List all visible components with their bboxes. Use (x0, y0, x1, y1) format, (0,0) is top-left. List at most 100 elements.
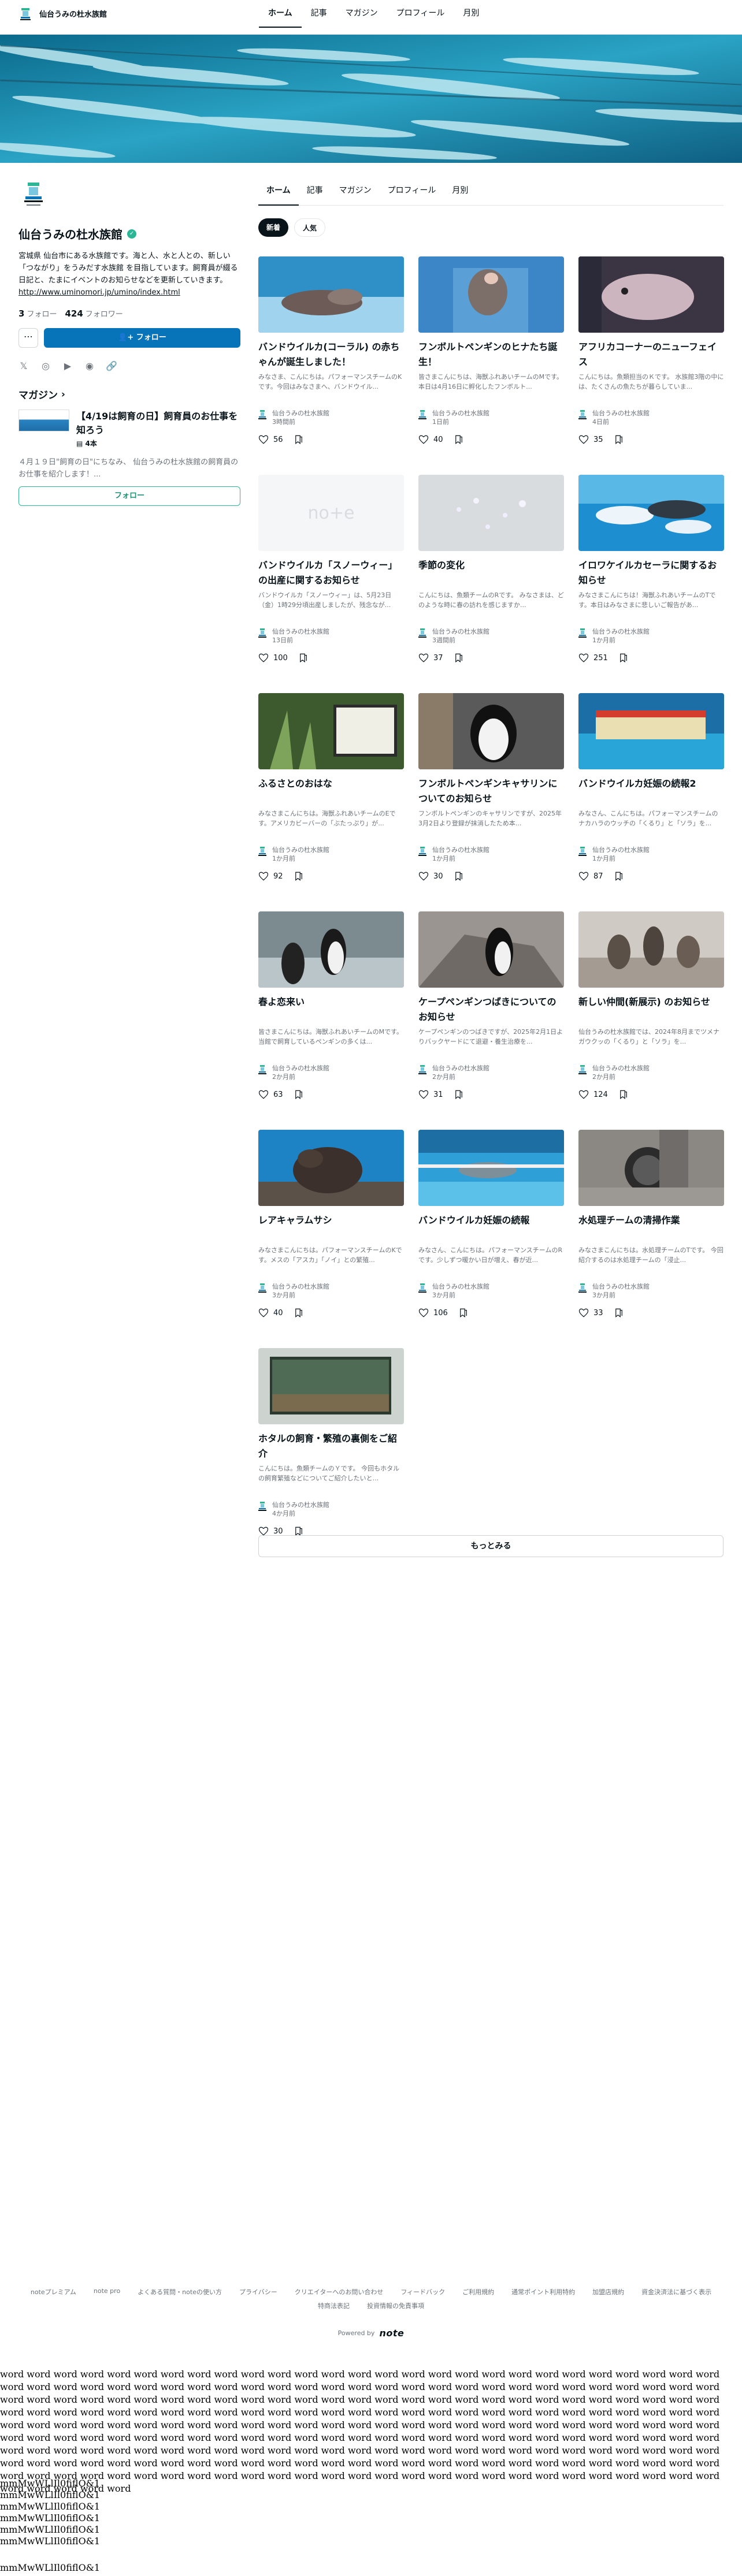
article-card[interactable]: ホタルの飼育・繁殖の裏側をご紹介 こんにちは。魚類チームのＹです。 今回もホタルの… (258, 1348, 404, 1553)
article-title[interactable]: 水処理チームの清掃作業 (578, 1213, 724, 1243)
like-count[interactable]: 33 (593, 1309, 603, 1317)
add-to-magazine-icon[interactable] (454, 653, 464, 663)
author-avatar-icon[interactable] (418, 628, 426, 638)
article-thumbnail[interactable] (418, 911, 564, 988)
article-thumbnail[interactable] (578, 911, 724, 988)
article-thumbnail[interactable]: no+e (258, 475, 404, 551)
add-to-magazine-icon[interactable] (294, 1308, 304, 1318)
add-to-magazine-icon[interactable] (454, 434, 464, 445)
heart-icon[interactable] (418, 653, 429, 663)
footer-link[interactable]: noteプレミアム (31, 2287, 76, 2296)
article-author[interactable]: 仙台うみの杜水族館 (592, 627, 650, 636)
tab-articles[interactable]: 記事 (299, 179, 331, 205)
magazine-follow-button[interactable]: フォロー (18, 486, 240, 506)
youtube-icon[interactable]: ▶ (62, 360, 73, 371)
article-title[interactable]: ふるさとのおはな (258, 776, 404, 806)
like-count[interactable]: 40 (273, 1309, 283, 1317)
article-title[interactable]: バンドウイルカ妊娠の続報2 (578, 776, 724, 806)
like-count[interactable]: 92 (273, 872, 283, 881)
add-to-magazine-icon[interactable] (614, 871, 624, 881)
article-author[interactable]: 仙台うみの杜水族館 (272, 1064, 329, 1073)
heart-icon[interactable] (258, 871, 269, 881)
article-title[interactable]: 春よ恋来い (258, 995, 404, 1025)
footer-link[interactable]: 投資情報の免責事項 (367, 2301, 424, 2310)
tab-home[interactable]: ホーム (258, 179, 299, 206)
following-label[interactable]: フォロー (27, 308, 57, 319)
article-title[interactable]: 新しい仲間(新展示) のお知らせ (578, 995, 724, 1025)
article-title[interactable]: バンドウイルカ「スノーウィー」の出産に関するお知らせ (258, 558, 404, 588)
line-icon[interactable]: ◉ (84, 360, 95, 371)
add-to-magazine-icon[interactable] (454, 871, 464, 881)
article-thumbnail[interactable] (258, 256, 404, 333)
article-author[interactable]: 仙台うみの杜水族館 (592, 409, 650, 418)
instagram-icon[interactable]: ◎ (40, 360, 51, 371)
x-icon[interactable]: 𝕏 (18, 360, 29, 371)
article-thumbnail[interactable] (418, 693, 564, 769)
article-author[interactable]: 仙台うみの杜水族館 (272, 846, 329, 854)
heart-icon[interactable] (578, 434, 589, 445)
like-count[interactable]: 37 (433, 654, 443, 662)
footer-link[interactable]: ご利用規約 (462, 2287, 494, 2296)
heart-icon[interactable] (418, 434, 429, 445)
add-to-magazine-icon[interactable] (294, 1089, 304, 1100)
top-tab-monthly[interactable]: 月別 (454, 0, 488, 35)
author-avatar-icon[interactable] (418, 847, 426, 856)
article-title[interactable]: バンドウイルカ(コーラル) の赤ちゃんが誕生しました！ (258, 340, 404, 370)
heart-icon[interactable] (258, 653, 269, 663)
footer-link[interactable]: 資金決済法に基づく表示 (641, 2287, 711, 2296)
article-thumbnail[interactable] (258, 1348, 404, 1424)
like-count[interactable]: 100 (273, 654, 288, 662)
article-title[interactable]: 季節の変化 (418, 558, 564, 588)
add-to-magazine-icon[interactable] (458, 1308, 469, 1318)
followers-label[interactable]: フォロワー (86, 308, 123, 319)
article-card[interactable]: 水処理チームの清掃作業 みなさまこんにちは。水処理チームのTです。 今回紹介するの… (578, 1130, 724, 1334)
article-author[interactable]: 仙台うみの杜水族館 (592, 1064, 650, 1073)
author-avatar-icon[interactable] (418, 1283, 426, 1293)
article-thumbnail[interactable] (578, 256, 724, 333)
sort-popular-button[interactable]: 人気 (294, 218, 326, 237)
heart-icon[interactable] (258, 434, 269, 445)
article-title[interactable]: レアキャラムサシ (258, 1213, 404, 1243)
following-count[interactable]: 3 (18, 308, 24, 319)
magazine-header[interactable]: マガジン › (18, 387, 240, 402)
article-title[interactable]: ホタルの飼育・繁殖の裏側をご紹介 (258, 1431, 404, 1461)
add-to-magazine-icon[interactable] (294, 434, 304, 445)
follow-button[interactable]: 👤+ フォロー (44, 328, 240, 348)
like-count[interactable]: 30 (273, 1527, 283, 1536)
article-card[interactable]: レアキャラムサシ みなさまこんにちは。パフォーマンスチームのKです。メスの「アスカ… (258, 1130, 404, 1334)
like-count[interactable]: 56 (273, 435, 283, 444)
like-count[interactable]: 63 (273, 1090, 283, 1099)
footer-link[interactable]: よくある質問・noteの使い方 (138, 2287, 222, 2296)
article-thumbnail[interactable] (258, 1130, 404, 1206)
author-avatar-icon[interactable] (258, 410, 266, 419)
article-author[interactable]: 仙台うみの杜水族館 (432, 1064, 489, 1073)
like-count[interactable]: 31 (433, 1090, 443, 1099)
like-count[interactable]: 106 (433, 1309, 448, 1317)
article-author[interactable]: 仙台うみの杜水族館 (272, 1501, 329, 1509)
article-thumbnail[interactable] (578, 693, 724, 769)
article-card[interactable]: ケープペンギンつばきについてのお知らせ ケープペンギンのつばきですが、2025年2… (418, 911, 564, 1116)
tab-profile[interactable]: プロフィール (380, 179, 444, 205)
magazine-title[interactable]: 【4/19は飼育の日】飼育員のお仕事を知ろう (76, 410, 240, 437)
article-thumbnail[interactable] (418, 1130, 564, 1206)
author-avatar-icon[interactable] (578, 410, 587, 419)
article-thumbnail[interactable] (258, 693, 404, 769)
article-author[interactable]: 仙台うみの杜水族館 (432, 627, 489, 636)
top-tab-profile[interactable]: プロフィール (387, 0, 454, 35)
footer-link[interactable]: 特商法表記 (318, 2301, 350, 2310)
author-avatar-icon[interactable] (258, 1502, 266, 1511)
link-icon[interactable]: 🔗 (106, 360, 117, 371)
article-title[interactable]: アフリカコーナーのニューフェイス (578, 340, 724, 370)
add-to-magazine-icon[interactable] (618, 1089, 629, 1100)
heart-icon[interactable] (578, 1308, 589, 1318)
article-thumbnail[interactable] (578, 1130, 724, 1206)
top-tab-articles[interactable]: 記事 (302, 0, 336, 35)
article-card[interactable]: フンボルトペンギンキャサリンについてのお知らせ フンボルトペンギンのキャサリンです… (418, 693, 564, 898)
aquarium-logo-icon[interactable] (20, 8, 31, 21)
article-thumbnail[interactable] (258, 911, 404, 988)
heart-icon[interactable] (418, 871, 429, 881)
creator-name[interactable]: 仙台うみの杜水族館 (18, 225, 123, 242)
article-title[interactable]: ケープペンギンつばきについてのお知らせ (418, 995, 564, 1025)
tab-monthly[interactable]: 月別 (444, 179, 476, 205)
add-to-magazine-icon[interactable] (294, 871, 304, 881)
